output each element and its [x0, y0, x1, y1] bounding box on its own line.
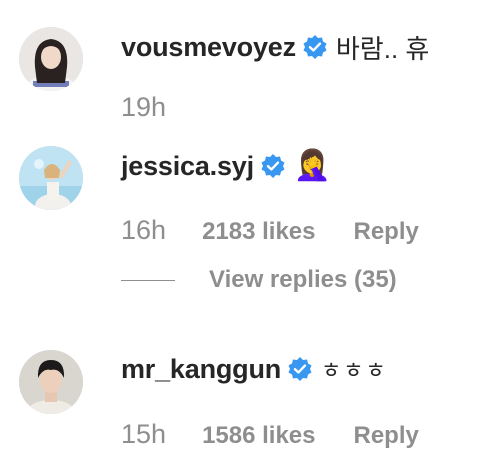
divider-line: [121, 279, 175, 281]
username[interactable]: mr_kanggun: [121, 354, 281, 385]
verified-badge-icon: [302, 34, 328, 60]
facepalm-emoji-icon: 🤦‍♀️: [293, 149, 332, 182]
likes-count[interactable]: 1586 likes: [202, 422, 315, 450]
timestamp: 19h: [121, 92, 167, 122]
timestamp: 16h: [121, 215, 167, 245]
comment-text: 바람.. 휴: [335, 33, 430, 64]
verified-badge-icon: [260, 153, 286, 179]
username[interactable]: jessica.syj: [121, 151, 254, 182]
comment-row: mr_kanggun ㅎㅎㅎ: [121, 352, 388, 386]
avatar[interactable]: [19, 350, 83, 414]
verified-badge-icon: [287, 356, 313, 382]
username[interactable]: vousmevoyez: [121, 32, 296, 63]
view-replies-label[interactable]: View replies (35): [209, 266, 397, 294]
likes-count[interactable]: 2183 likes: [202, 218, 315, 246]
comment-meta: 16h 2183 likes Reply: [121, 215, 419, 246]
view-replies-button[interactable]: View replies (35): [121, 266, 397, 294]
reply-button[interactable]: Reply: [354, 422, 419, 450]
timestamp: 15h: [121, 419, 167, 449]
comment-row: vousmevoyez 바람.. 휴: [121, 30, 429, 64]
reply-button[interactable]: Reply: [354, 218, 419, 246]
avatar[interactable]: [19, 146, 83, 210]
comment-meta: 15h 1586 likes Reply: [121, 419, 419, 450]
avatar[interactable]: [19, 27, 83, 91]
comment-text: ㅎㅎㅎ: [321, 358, 388, 383]
comment-meta: 19h: [121, 92, 166, 123]
comment-row: jessica.syj 🤦‍♀️: [121, 149, 331, 183]
